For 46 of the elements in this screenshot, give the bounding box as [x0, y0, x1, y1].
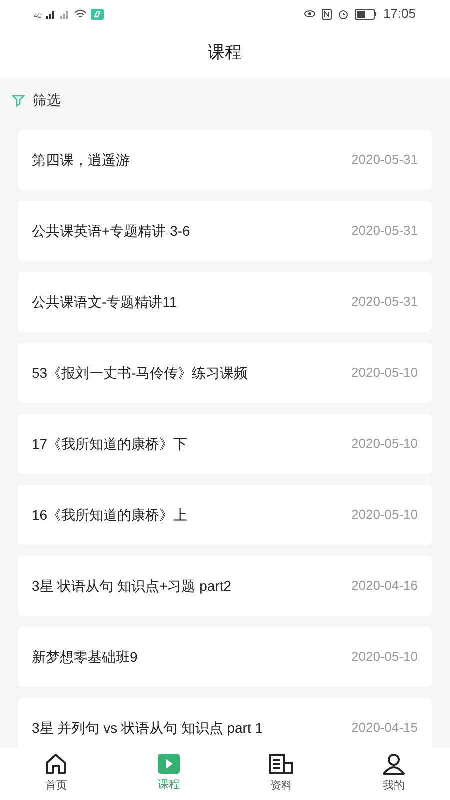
- course-card[interactable]: 新梦想零基础班9 2020-05-10: [18, 627, 432, 687]
- play-icon: [158, 754, 180, 774]
- home-icon: [44, 753, 68, 776]
- course-card[interactable]: 第四课，逍遥游 2020-05-31: [18, 130, 432, 190]
- course-title: 3星 状语从句 知识点+习题 part2: [32, 576, 232, 596]
- course-title: 16《我所知道的康桥》上: [32, 506, 188, 524]
- course-date: 2020-04-16: [352, 577, 418, 596]
- filter-button[interactable]: 筛选: [0, 78, 73, 123]
- course-title: 公共课英语+专题精讲 3-6: [32, 222, 190, 240]
- course-date: 2020-04-15: [352, 719, 418, 738]
- course-card[interactable]: 公共课英语+专题精讲 3-6 2020-05-31: [18, 201, 432, 261]
- course-date: 2020-05-31: [352, 151, 418, 170]
- course-title: 公共课语文-专题精讲11: [32, 292, 178, 312]
- person-icon: [382, 753, 406, 776]
- nav-tab[interactable]: 我的: [338, 748, 450, 800]
- nav-tab[interactable]: 首页: [0, 748, 112, 800]
- battery-icon: [355, 8, 378, 20]
- alarm-icon: [338, 8, 350, 20]
- filter-icon: [12, 94, 25, 106]
- eye-icon: [304, 9, 316, 19]
- document-icon: [268, 753, 294, 776]
- course-title: 新梦想零基础班9: [32, 648, 138, 666]
- course-date: 2020-05-10: [352, 364, 418, 382]
- course-title: 17《我所知道的康桥》下: [32, 434, 188, 454]
- course-card[interactable]: 16《我所知道的康桥》上 2020-05-10: [18, 485, 432, 545]
- course-date: 2020-05-31: [352, 293, 418, 312]
- course-card[interactable]: 3星 状语从句 知识点+习题 part2 2020-04-16: [18, 556, 432, 616]
- app-icon: [91, 8, 104, 20]
- signal-icon: [60, 9, 70, 19]
- course-title: 第四课，逍遥游: [32, 150, 130, 170]
- course-card[interactable]: 3星 并列句 vs 状语从句 知识点 part 1 2020-04-15: [18, 698, 432, 748]
- course-card[interactable]: 53《报刘一丈书-马伶传》练习课频 2020-05-10: [18, 343, 432, 403]
- course-date: 2020-05-31: [352, 222, 418, 240]
- nav-tab[interactable]: 资料: [225, 748, 338, 800]
- wifi-icon: [74, 9, 88, 19]
- course-date: 2020-05-10: [352, 648, 418, 666]
- course-date: 2020-05-10: [352, 506, 418, 524]
- course-title: 53《报刘一丈书-马伶传》练习课频: [32, 364, 248, 382]
- nfc-icon: [322, 8, 332, 20]
- clock-time: 17:05: [383, 5, 416, 24]
- course-date: 2020-05-10: [352, 435, 418, 454]
- page-title: 课程: [208, 42, 242, 64]
- course-card[interactable]: 公共课语文-专题精讲11 2020-05-31: [18, 272, 432, 332]
- signal-icon: [46, 9, 56, 19]
- course-title: 3星 并列句 vs 状语从句 知识点 part 1: [32, 718, 264, 738]
- course-card[interactable]: 17《我所知道的康桥》下 2020-05-10: [18, 414, 432, 474]
